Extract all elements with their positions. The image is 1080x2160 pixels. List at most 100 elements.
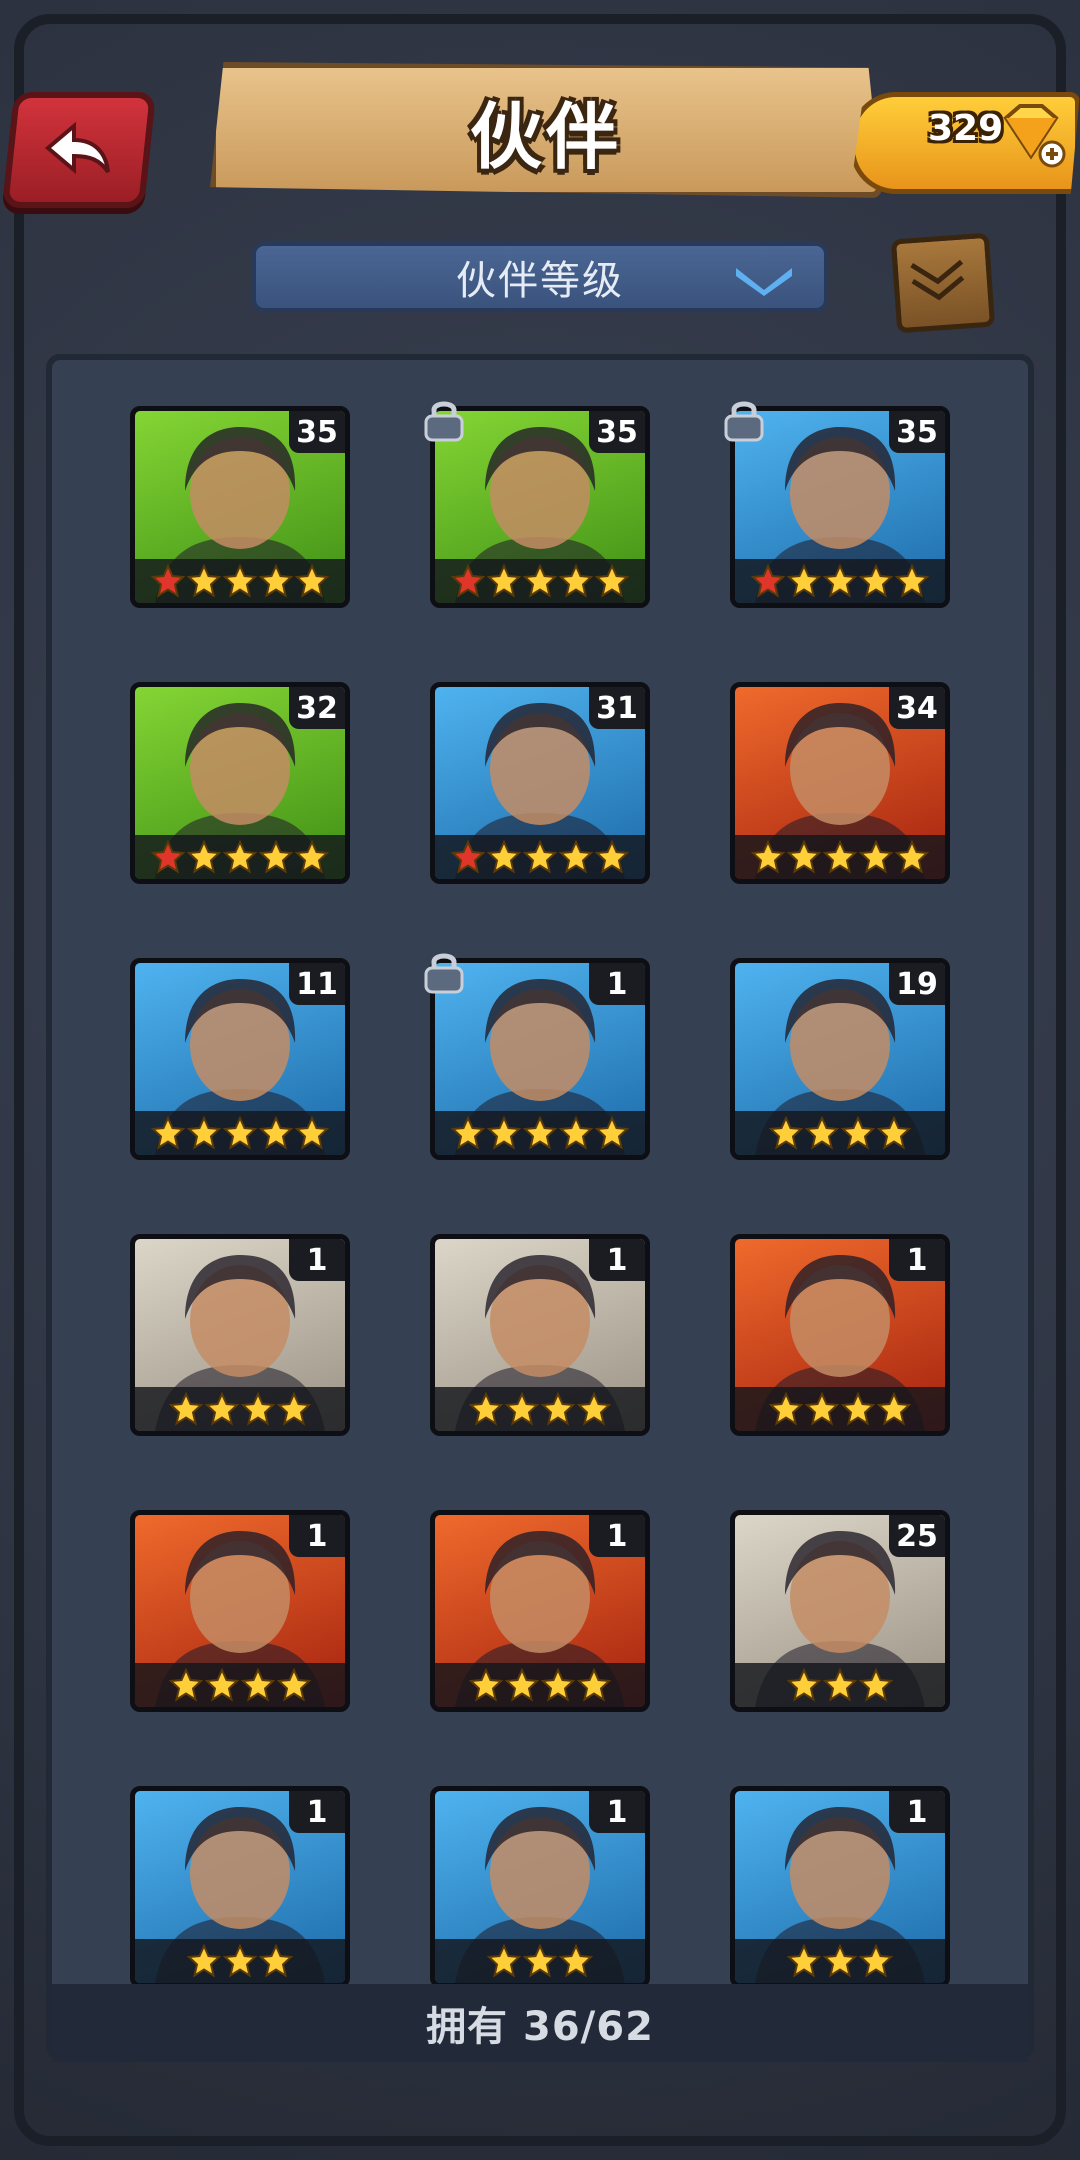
lock-icon [724,401,764,442]
star-icon [487,840,521,874]
star-icon [295,840,329,874]
star-icon [595,564,629,598]
companion-card[interactable]: 1 [430,1510,650,1712]
title-banner: 伙伴 [210,62,882,198]
level-badge: 35 [589,411,645,453]
star-rating [735,1111,945,1155]
star-icon [523,840,557,874]
star-icon [859,840,893,874]
level-badge: 25 [889,1515,945,1557]
star-icon [541,1392,575,1426]
companion-card[interactable]: 1 [130,1786,350,1988]
back-arrow-icon [44,122,110,175]
star-rating [435,559,645,603]
companion-card[interactable]: 1 [730,1234,950,1436]
star-icon [559,1116,593,1150]
companion-card[interactable]: 1 [130,1510,350,1712]
star-icon [877,1392,911,1426]
star-icon [259,1944,293,1978]
star-icon [205,1668,239,1702]
star-icon [859,1668,893,1702]
companion-card[interactable]: 1 [730,1786,950,1988]
star-icon [805,1392,839,1426]
level-badge: 1 [589,1791,645,1833]
level-badge: 1 [289,1791,345,1833]
companion-card[interactable]: 1 [430,1234,650,1436]
sort-dropdown[interactable]: 伙伴等级 [252,242,828,312]
star-icon [523,1116,557,1150]
level-badge: 32 [289,687,345,729]
star-icon [277,1668,311,1702]
star-icon [751,840,785,874]
scroll-book-button[interactable] [890,232,996,334]
star-icon [451,564,485,598]
star-icon [151,1116,185,1150]
star-rating [735,559,945,603]
star-icon [805,1116,839,1150]
star-icon [169,1392,203,1426]
star-rating [135,1939,345,1983]
star-icon [859,564,893,598]
star-icon [823,1668,857,1702]
star-icon [169,1668,203,1702]
star-icon [505,1668,539,1702]
star-icon [187,840,221,874]
star-icon [577,1392,611,1426]
star-rating [135,1663,345,1707]
star-rating [135,835,345,879]
star-icon [241,1668,275,1702]
level-badge: 1 [889,1239,945,1281]
companion-card[interactable]: 34 [730,682,950,884]
star-rating [735,1663,945,1707]
star-icon [223,564,257,598]
star-icon [769,1116,803,1150]
star-icon [559,840,593,874]
companion-card[interactable]: 1 [430,1786,650,1988]
star-rating [135,559,345,603]
star-icon [241,1392,275,1426]
star-icon [505,1392,539,1426]
star-icon [559,1944,593,1978]
star-icon [259,1116,293,1150]
star-icon [223,1944,257,1978]
star-icon [277,1392,311,1426]
companion-card[interactable]: 32 [130,682,350,884]
star-rating [435,1111,645,1155]
companion-card[interactable]: 25 [730,1510,950,1712]
level-badge: 35 [889,411,945,453]
star-icon [541,1668,575,1702]
companion-card[interactable]: 11 [130,958,350,1160]
star-icon [187,1944,221,1978]
star-icon [205,1392,239,1426]
star-icon [259,840,293,874]
level-badge: 31 [589,687,645,729]
companion-card[interactable]: 19 [730,958,950,1160]
star-icon [595,840,629,874]
companion-card[interactable]: 35 [130,406,350,608]
sort-label: 伙伴等级 [456,258,624,304]
star-icon [523,564,557,598]
star-icon [151,564,185,598]
star-icon [295,564,329,598]
level-badge: 35 [289,411,345,453]
level-badge: 1 [289,1515,345,1557]
star-icon [595,1116,629,1150]
star-icon [823,564,857,598]
star-icon [451,840,485,874]
star-icon [787,840,821,874]
scroll-icon [910,259,965,301]
lock-icon [424,953,464,994]
lock-icon [424,401,464,442]
star-rating [135,1111,345,1155]
back-button[interactable] [1,92,157,208]
star-rating [135,1387,345,1431]
star-icon [469,1668,503,1702]
star-icon [487,564,521,598]
chevron-down-icon [736,268,792,296]
star-icon [151,840,185,874]
companion-card[interactable]: 1 [130,1234,350,1436]
gem-plus-icon[interactable] [996,104,1066,168]
companion-card[interactable]: 31 [430,682,650,884]
level-badge: 1 [589,1239,645,1281]
star-icon [187,1116,221,1150]
